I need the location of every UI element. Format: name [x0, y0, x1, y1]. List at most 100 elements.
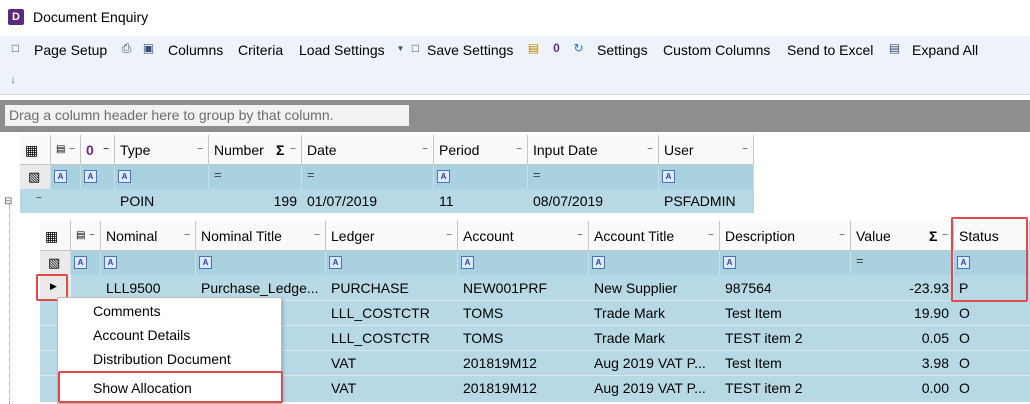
column-chooser-icon[interactable]: ▦	[20, 135, 51, 165]
app-icon: D	[8, 9, 24, 25]
window-title: Document Enquiry	[33, 9, 149, 25]
column-header-description[interactable]: Description −	[720, 221, 851, 251]
print-preview-icon[interactable]: ▣	[141, 41, 156, 56]
filter-cell[interactable]: A	[589, 251, 720, 275]
cell-ledger: PURCHASE	[331, 280, 409, 296]
column-header-period[interactable]: Period −	[434, 135, 528, 165]
detail-column-chooser-icon[interactable]: ▦	[40, 221, 71, 251]
note-icon[interactable]: ▤	[526, 41, 541, 56]
filter-cell[interactable]: A	[115, 165, 209, 189]
filter-cell[interactable]: A	[326, 251, 458, 275]
filter-a-icon: A	[437, 170, 450, 183]
title-bar: D Document Enquiry	[0, 0, 1030, 36]
custom-columns-button[interactable]: Custom Columns	[663, 42, 770, 58]
filter-a-icon: A	[329, 256, 342, 269]
detail-note-column-header[interactable]: ▤ −	[71, 221, 101, 251]
cell-description: TEST item 2	[725, 380, 803, 396]
cell-value: 19.90	[913, 305, 949, 321]
print-icon[interactable]: ⎙	[119, 41, 134, 56]
column-header-input-date[interactable]: Input Date −	[528, 135, 659, 165]
save-settings-icon[interactable]: □	[408, 41, 423, 56]
column-header-date-label: Date	[307, 142, 337, 158]
detail-clear-filter-icon[interactable]: ▧	[40, 251, 71, 275]
cell-account-title: Trade Mark	[594, 330, 666, 346]
cell-ledger: VAT	[331, 355, 357, 371]
cell-ledger: LLL_COSTCTR	[331, 305, 430, 321]
filter-a-icon: A	[723, 256, 736, 269]
column-header-account-label: Account	[463, 228, 514, 244]
filter-a-icon: A	[461, 256, 474, 269]
column-header-account[interactable]: Account −	[458, 221, 589, 251]
cell-account: 201819M12	[463, 355, 537, 371]
clear-filter-icon[interactable]: ▧	[20, 165, 51, 189]
load-settings-button[interactable]: Load Settings	[299, 42, 385, 58]
filter-cell[interactable]: =	[528, 165, 659, 189]
cell-status: O	[959, 330, 970, 346]
show-allocation-highlight-box	[58, 371, 283, 403]
filter-cell[interactable]: A	[458, 251, 589, 275]
zero-icon[interactable]: 0	[549, 41, 564, 56]
cell-account-title: Trade Mark	[594, 305, 666, 321]
save-settings-button[interactable]: Save Settings	[427, 42, 513, 58]
column-header-nominal-title[interactable]: Nominal Title −	[196, 221, 326, 251]
column-header-nominal[interactable]: Nominal −	[101, 221, 196, 251]
criteria-button[interactable]: Criteria	[238, 42, 283, 58]
column-header-user[interactable]: User −	[659, 135, 754, 165]
cell-status: O	[959, 305, 970, 321]
send-to-excel-button[interactable]: Send to Excel	[787, 42, 873, 58]
menu-item-comments[interactable]: Comments	[93, 303, 161, 319]
cell-ledger: VAT	[331, 380, 357, 396]
cell-number: 199	[273, 193, 297, 209]
columns-button[interactable]: Columns	[168, 42, 223, 58]
status-highlight-box	[951, 217, 1028, 302]
filter-cell[interactable]: A	[720, 251, 851, 275]
collapse-toggle-icon[interactable]: ↓	[5, 72, 21, 88]
column-header-number[interactable]: Number Σ −	[209, 135, 302, 165]
filter-cell[interactable]: =	[851, 251, 954, 275]
note-column-header[interactable]: ▤ −	[51, 135, 81, 165]
filter-a-icon: A	[104, 256, 117, 269]
filter-cell[interactable]: A	[434, 165, 528, 189]
column-header-date[interactable]: Date −	[302, 135, 434, 165]
filter-cell[interactable]: A	[71, 251, 101, 275]
dropdown-arrow-icon[interactable]: ▼	[393, 41, 408, 56]
cell-account-title: Aug 2019 VAT P...	[594, 355, 706, 371]
settings-button[interactable]: Settings	[597, 42, 648, 58]
filter-cell[interactable]: =	[209, 165, 302, 189]
column-header-input-date-label: Input Date	[533, 142, 598, 158]
cell-type: POIN	[120, 193, 155, 209]
page-setup-icon[interactable]: □	[8, 41, 23, 56]
menu-item-distribution-document[interactable]: Distribution Document	[93, 351, 231, 367]
column-header-account-title[interactable]: Account Title −	[589, 221, 720, 251]
column-header-type-label: Type	[120, 142, 151, 158]
cell-status: O	[959, 355, 970, 371]
group-by-panel[interactable]: Drag a column header here to group by th…	[0, 100, 1030, 132]
toolbar: □ Page Setup ⎙ ▣ Columns Criteria Load S…	[0, 36, 1030, 64]
cell-ledger: LLL_COSTCTR	[331, 330, 430, 346]
column-header-type[interactable]: Type −	[115, 135, 209, 165]
zero-column-header[interactable]: 0−	[81, 135, 115, 165]
expand-all-button[interactable]: Expand All	[912, 42, 978, 58]
cell-description: Test Item	[725, 305, 782, 321]
column-header-value[interactable]: Value Σ −	[851, 221, 954, 251]
cell-description: 987564	[725, 280, 772, 296]
filter-a-icon: A	[199, 256, 212, 269]
menu-item-account-details[interactable]: Account Details	[93, 327, 190, 343]
filter-cell[interactable]: A	[659, 165, 754, 189]
column-header-nominal-title-label: Nominal Title	[201, 228, 282, 244]
cell-status: O	[959, 380, 970, 396]
filter-cell[interactable]: A	[81, 165, 115, 189]
filter-a-icon: A	[662, 170, 675, 183]
filter-cell[interactable]: A	[196, 251, 326, 275]
filter-cell[interactable]: =	[302, 165, 434, 189]
filter-cell[interactable]: A	[51, 165, 81, 189]
column-header-account-title-label: Account Title	[594, 228, 675, 244]
refresh-icon[interactable]: ↻	[571, 41, 586, 56]
filter-a-icon: A	[74, 256, 87, 269]
column-header-ledger[interactable]: Ledger −	[326, 221, 458, 251]
filter-cell[interactable]: A	[101, 251, 196, 275]
cell-account: NEW001PRF	[463, 280, 548, 296]
column-header-value-label: Value	[856, 228, 891, 244]
page-setup-button[interactable]: Page Setup	[34, 42, 107, 58]
expand-all-icon[interactable]: ▤	[887, 41, 902, 56]
